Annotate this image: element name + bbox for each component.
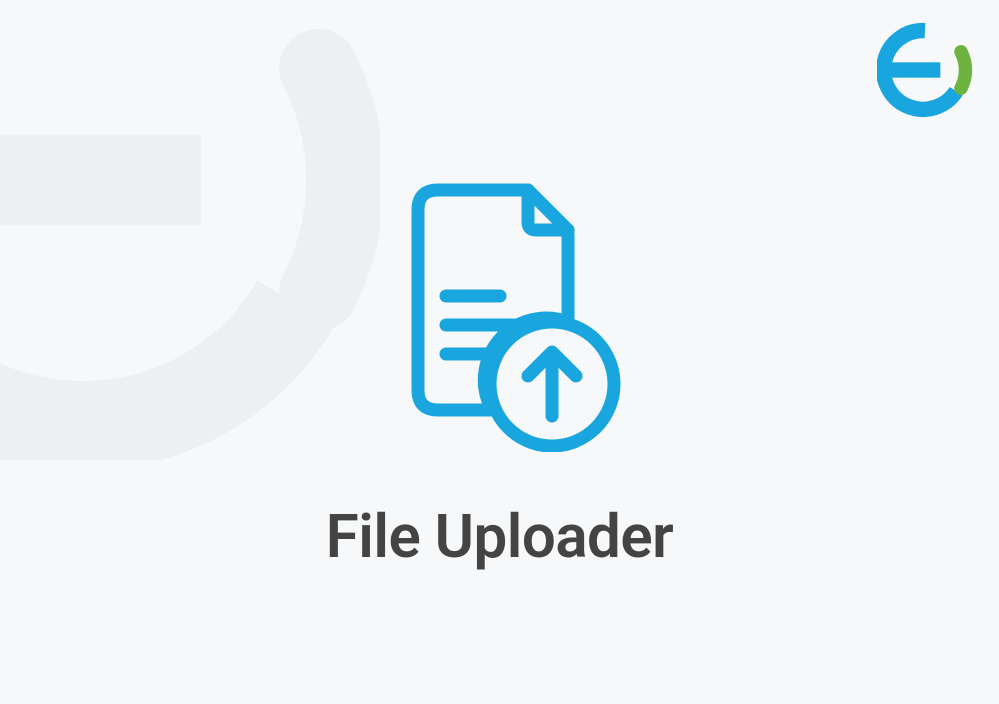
page-title: File Uploader xyxy=(326,501,673,572)
main-content: File Uploader xyxy=(0,0,999,704)
file-upload-icon xyxy=(360,172,640,456)
